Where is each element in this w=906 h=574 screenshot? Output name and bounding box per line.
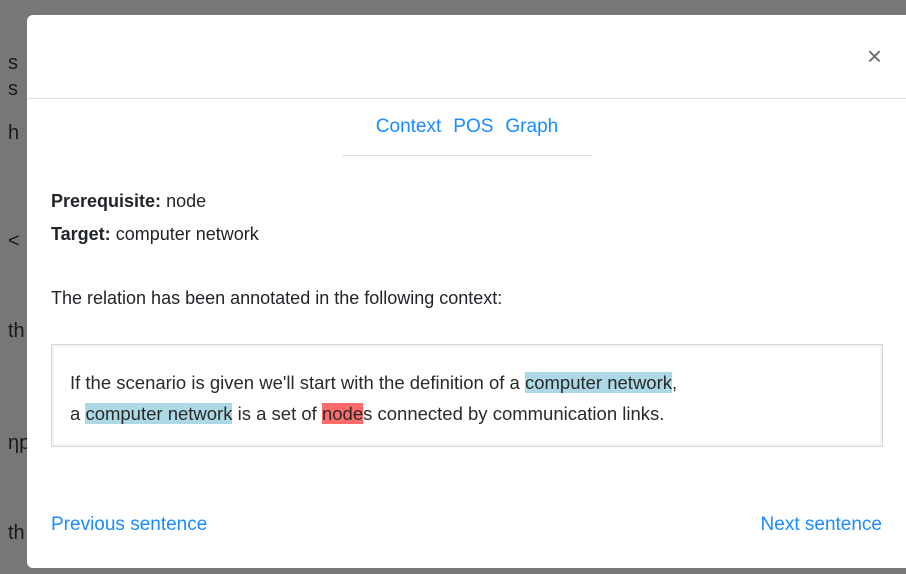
view-tabs: Context POS Graph — [342, 99, 592, 156]
prerequisite-line: Prerequisite: node — [51, 185, 882, 218]
tab-context[interactable]: Context — [370, 116, 447, 138]
background-fragment: th — [8, 522, 25, 544]
previous-sentence-link[interactable]: Previous sentence — [51, 514, 207, 536]
context-text: If the scenario is given we'll start wit… — [70, 372, 525, 393]
context-box: If the scenario is given we'll start wit… — [51, 344, 883, 447]
target-line: Target: computer network — [51, 218, 882, 251]
tab-pos[interactable]: POS — [447, 116, 499, 138]
modal-header: × — [27, 15, 906, 99]
context-text: a — [70, 403, 86, 424]
relation-details: Prerequisite: node Target: computer netw… — [51, 185, 882, 315]
context-sentence: If the scenario is given we'll start wit… — [70, 367, 677, 429]
target-highlight: computer network — [85, 403, 233, 424]
prerequisite-value: node — [166, 191, 207, 211]
context-text: , — [672, 372, 678, 393]
context-text: s connected by communication links. — [363, 403, 665, 424]
background-fragment: h — [8, 122, 20, 144]
close-icon[interactable]: × — [867, 43, 882, 69]
background-fragment: th — [8, 320, 25, 342]
background-fragment: s — [8, 78, 18, 100]
intro-text: The relation has been annotated in the f… — [51, 288, 503, 308]
target-label: Target: — [51, 224, 111, 244]
target-value: computer network — [115, 224, 259, 244]
background-fragment: s — [8, 52, 18, 74]
next-sentence-link[interactable]: Next sentence — [761, 514, 882, 536]
prerequisite-label: Prerequisite: — [51, 191, 162, 211]
relation-modal: × Context POS Graph Prerequisite: node T… — [27, 15, 906, 568]
background-fragment: < — [8, 230, 20, 252]
background-page-text: s s h < th ηp th — [0, 0, 30, 574]
context-text: is a set of — [232, 403, 322, 424]
target-highlight: computer network — [524, 372, 673, 393]
prerequisite-highlight: node — [321, 403, 364, 424]
tab-graph[interactable]: Graph — [499, 116, 564, 138]
